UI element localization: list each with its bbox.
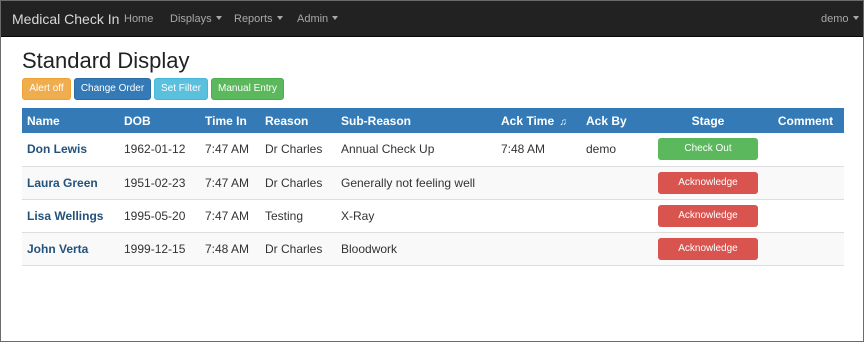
music-note-icon: ♫ [559,116,567,128]
column-header-comment[interactable]: Comment [767,108,844,133]
nav-home-label: Home [124,13,154,25]
nav-admin-dropdown[interactable]: Admin [297,13,339,25]
top-navbar: Medical Check In Home Displays Reports A… [1,1,863,37]
change-order-button[interactable]: Change Order [74,78,151,100]
stage-cell: Check Out [649,133,767,167]
comment-cell[interactable] [767,232,844,266]
alert-off-button[interactable]: Alert off [22,78,71,100]
table-row: John Verta 1999-12-15 7:48 AM Dr Charles… [22,232,844,266]
ack-time-cell [496,166,581,200]
patient-table: Name DOB Time In Reason Sub-Reason Ack T… [22,108,844,266]
acknowledge-button[interactable]: Acknowledge [658,204,758,227]
stage-cell: Acknowledge [649,166,767,200]
ack-by-cell [581,232,649,266]
ack-by-cell: demo [581,133,649,167]
manual-entry-button[interactable]: Manual Entry [211,78,284,100]
set-filter-button[interactable]: Set Filter [154,78,208,100]
dob-cell: 1962-01-12 [119,133,200,167]
stage-cell: Acknowledge [649,232,767,266]
table-row: Lisa Wellings 1995-05-20 7:47 AM Testing… [22,199,844,233]
ack-by-cell [581,199,649,233]
patient-name-link[interactable]: Laura Green [27,176,98,190]
table-row: Don Lewis 1962-01-12 7:47 AM Dr Charles … [22,133,844,167]
column-header-dob[interactable]: DOB [119,108,200,133]
nav-displays-dropdown[interactable]: Displays [170,13,222,25]
acknowledge-button[interactable]: Acknowledge [658,171,758,194]
nav-displays-label: Displays [170,13,212,25]
patient-name-link[interactable]: Don Lewis [27,142,87,156]
column-header-ack-by[interactable]: Ack By [581,108,649,133]
time-in-cell: 7:47 AM [200,166,260,200]
table-header-row: Name DOB Time In Reason Sub-Reason Ack T… [22,108,844,133]
comment-cell[interactable] [767,133,844,167]
ack-time-cell [496,199,581,233]
time-in-cell: 7:48 AM [200,232,260,266]
column-header-reason[interactable]: Reason [260,108,336,133]
reason-cell: Dr Charles [260,166,336,200]
patient-name-cell: Laura Green [22,166,119,200]
patient-name-link[interactable]: John Verta [27,242,88,256]
ack-time-label: Ack Time [501,113,555,128]
table-row: Laura Green 1951-02-23 7:47 AM Dr Charle… [22,166,844,200]
time-in-cell: 7:47 AM [200,199,260,233]
sub-reason-cell: X-Ray [336,199,496,233]
reason-cell: Dr Charles [260,133,336,167]
reason-cell: Testing [260,199,336,233]
patient-name-cell: John Verta [22,232,119,266]
caret-down-icon [215,16,222,20]
dob-cell: 1951-02-23 [119,166,200,200]
page-title: Standard Display [22,48,190,73]
patient-name-cell: Lisa Wellings [22,199,119,233]
ack-time-cell: 7:48 AM [496,133,581,167]
brand-link[interactable]: Medical Check In [12,11,119,27]
sub-reason-cell: Generally not feeling well [336,166,496,200]
column-header-stage[interactable]: Stage [649,108,767,133]
nav-admin-label: Admin [297,13,329,25]
patient-name-cell: Don Lewis [22,133,119,167]
ack-by-cell [581,166,649,200]
user-menu-dropdown[interactable]: demo [821,13,859,25]
check-out-button[interactable]: Check Out [658,138,758,161]
caret-down-icon [332,16,339,20]
dob-cell: 1999-12-15 [119,232,200,266]
ack-time-cell [496,232,581,266]
patient-name-link[interactable]: Lisa Wellings [27,209,103,223]
nav-home[interactable]: Home [124,13,153,25]
caret-down-icon [852,16,859,20]
reason-cell: Dr Charles [260,232,336,266]
nav-reports-dropdown[interactable]: Reports [234,13,283,25]
acknowledge-button[interactable]: Acknowledge [658,237,758,260]
sub-reason-cell: Annual Check Up [336,133,496,167]
comment-cell[interactable] [767,199,844,233]
sub-reason-cell: Bloodwork [336,232,496,266]
time-in-cell: 7:47 AM [200,133,260,167]
nav-reports-label: Reports [234,13,273,25]
dob-cell: 1995-05-20 [119,199,200,233]
column-header-name[interactable]: Name [22,108,119,133]
stage-cell: Acknowledge [649,199,767,233]
column-header-ack-time[interactable]: Ack Time ♫ [496,108,581,133]
user-menu-label: demo [821,13,849,25]
caret-down-icon [276,16,283,20]
column-header-time-in[interactable]: Time In [200,108,260,133]
column-header-sub-reason[interactable]: Sub-Reason [336,108,496,133]
comment-cell[interactable] [767,166,844,200]
